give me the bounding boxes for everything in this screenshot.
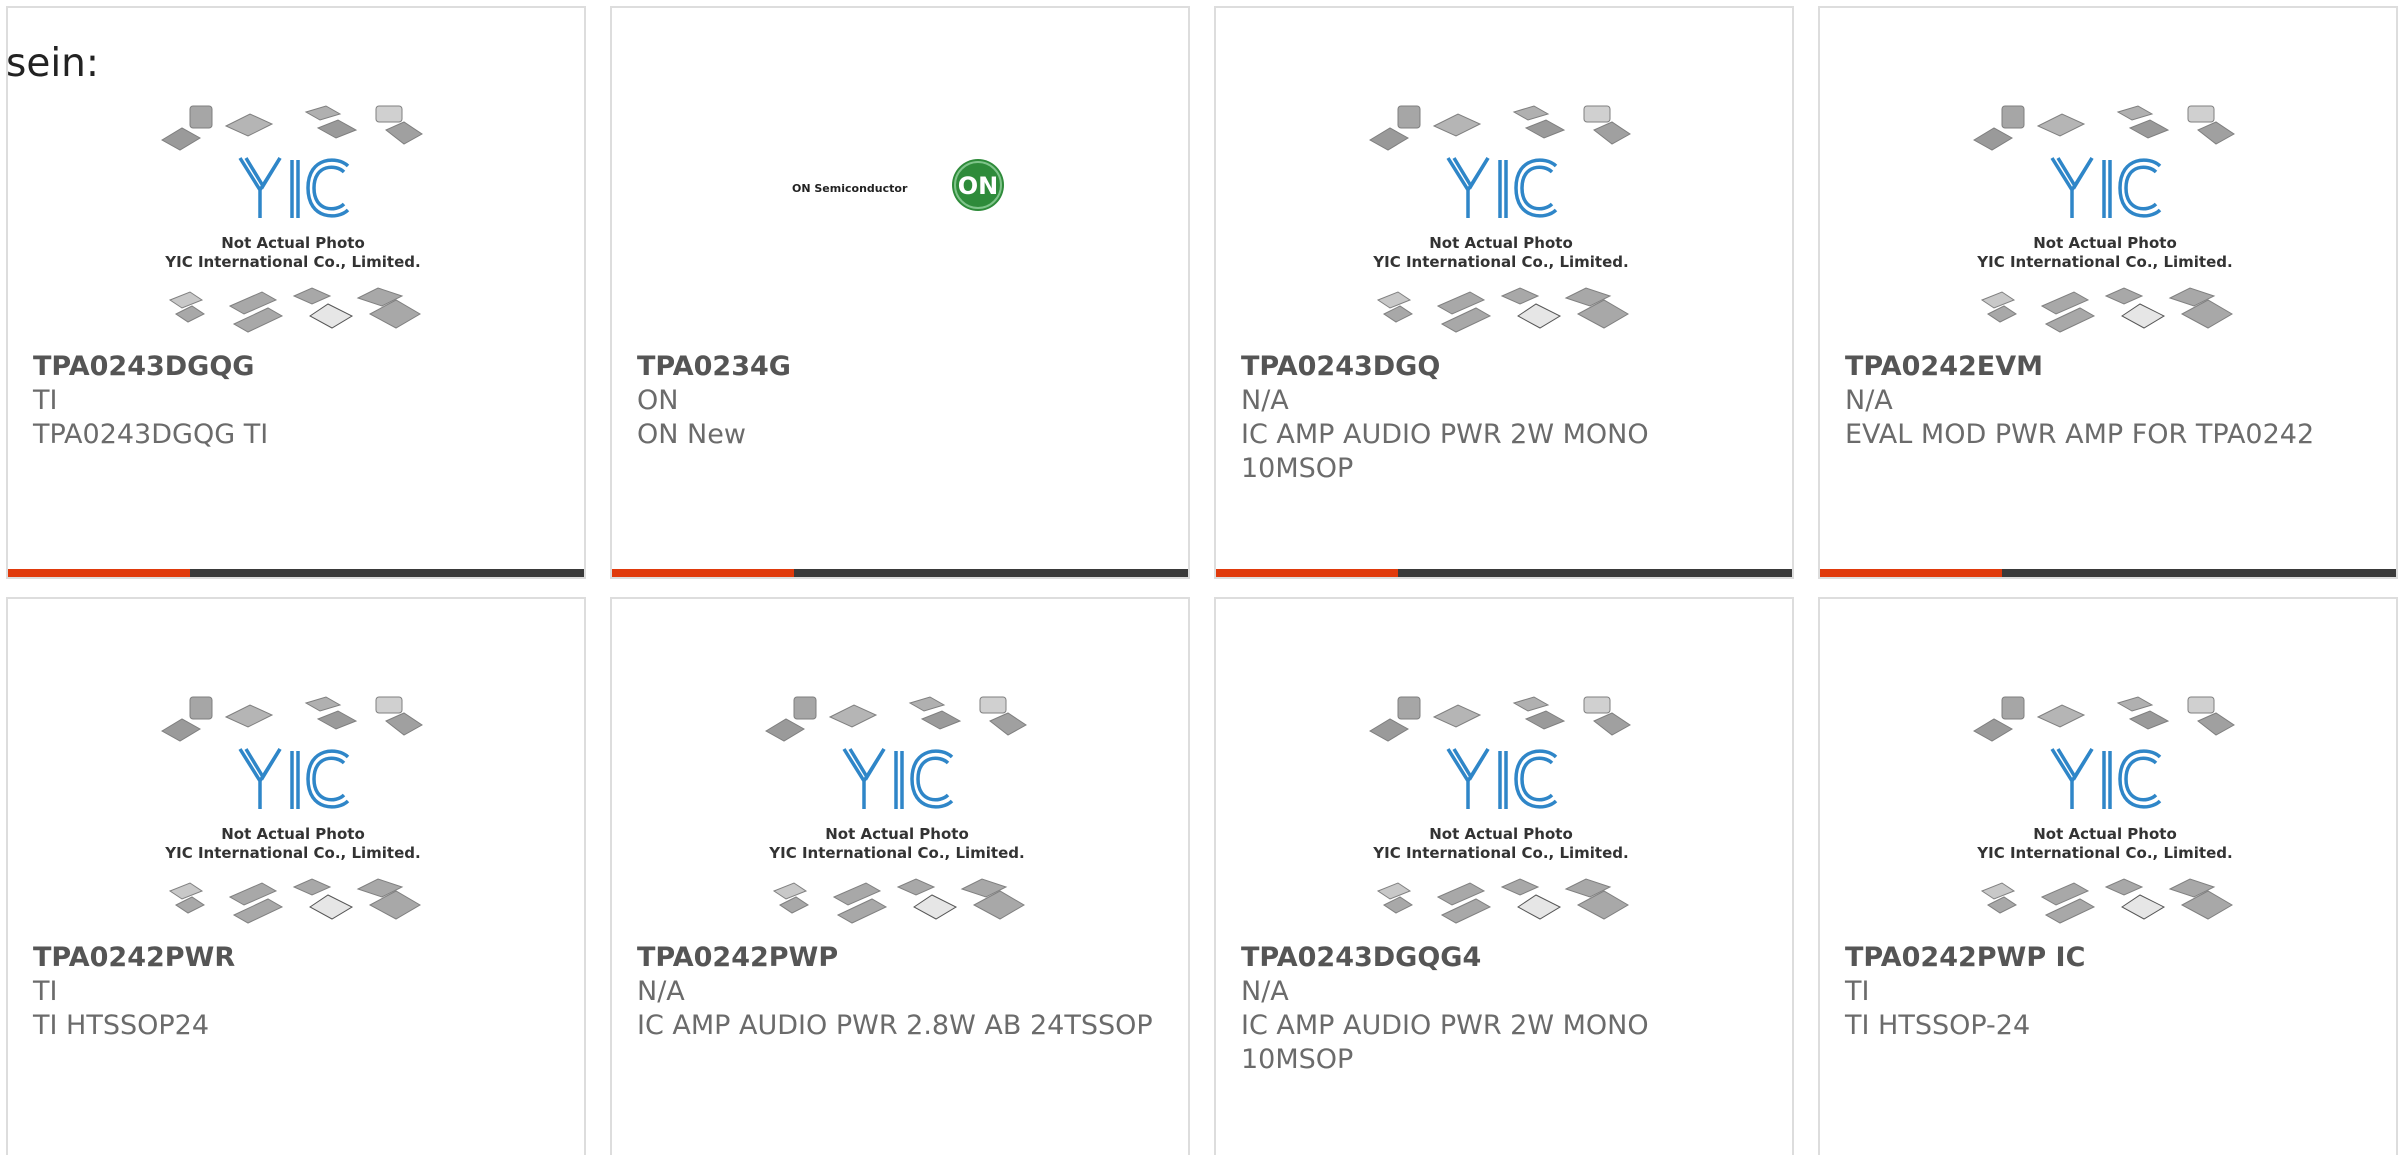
manufacturer: TI (1845, 976, 1870, 1007)
part-number-link[interactable]: TPA0242EVM (1845, 350, 2365, 384)
description: IC AMP AUDIO PWR 2.8W AB 24TSSOP (637, 1010, 1153, 1041)
on-wordmark: ON Semiconductor (792, 182, 908, 195)
product-card[interactable]: ON Semiconductor ON TPA0234G ON ON New (610, 6, 1190, 579)
product-card[interactable]: Not Actual Photo YIC International Co., … (6, 597, 586, 1155)
manufacturer: N/A (637, 976, 685, 1007)
product-info: TPA0243DGQ N/A IC AMP AUDIO PWR 2W MONO … (1241, 350, 1761, 486)
part-number-link[interactable]: TPA0242PWP (637, 941, 1157, 975)
product-info: TPA0242PWP N/A IC AMP AUDIO PWR 2.8W AB … (637, 941, 1157, 1043)
product-info: TPA0242EVM N/A EVAL MOD PWR AMP FOR TPA0… (1845, 350, 2365, 452)
card-bottom-bar (1820, 569, 2396, 577)
product-card[interactable]: Not Actual Photo YIC International Co., … (1818, 597, 2398, 1155)
placeholder-line2: YIC International Co., Limited. (1976, 253, 2232, 271)
manufacturer: N/A (1845, 385, 1893, 416)
placeholder-line1: Not Actual Photo (2033, 825, 2177, 843)
placeholder-line2: YIC International Co., Limited. (1372, 253, 1628, 271)
product-grid-page: sein: Not Actual Photo YIC International… (0, 0, 2400, 1155)
placeholder-line1: Not Actual Photo (825, 825, 969, 843)
product-card[interactable]: Not Actual Photo YIC International Co., … (1214, 597, 1794, 1155)
description: IC AMP AUDIO PWR 2W MONO 10MSOP (1241, 1010, 1649, 1075)
product-card[interactable]: Not Actual Photo YIC International Co., … (1214, 6, 1794, 579)
description: IC AMP AUDIO PWR 2W MONO 10MSOP (1241, 419, 1649, 484)
card-bottom-bar (8, 569, 584, 577)
manufacturer: TI (33, 976, 58, 1007)
product-card[interactable]: Not Actual Photo YIC International Co., … (610, 597, 1190, 1155)
placeholder-line2: YIC International Co., Limited. (768, 844, 1024, 862)
placeholder-line2: YIC International Co., Limited. (1372, 844, 1628, 862)
product-info: TPA0243DGQG TI TPA0243DGQG TI (33, 350, 553, 452)
card-accent-bar (1820, 569, 2002, 577)
card-bottom-bar (1216, 569, 1792, 577)
placeholder-line2: YIC International Co., Limited. (164, 844, 420, 862)
card-accent-bar (8, 569, 190, 577)
part-number-link[interactable]: TPA0242PWR (33, 941, 553, 975)
description: ON New (637, 419, 746, 450)
intro-text: sein: (6, 41, 100, 86)
manufacturer: TI (33, 385, 58, 416)
product-card[interactable]: Not Actual Photo YIC International Co., … (6, 6, 586, 579)
manufacturer: ON (637, 385, 679, 416)
yic-placeholder-icon: Not Actual Photo YIC International Co., … (160, 691, 426, 931)
placeholder-line1: Not Actual Photo (1429, 825, 1573, 843)
placeholder-line1: Not Actual Photo (221, 234, 365, 252)
yic-placeholder-icon: Not Actual Photo YIC International Co., … (1368, 691, 1634, 931)
placeholder-line2: YIC International Co., Limited. (164, 253, 420, 271)
yic-placeholder-icon: Not Actual Photo YIC International Co., … (1368, 100, 1634, 340)
on-semiconductor-logo: ON Semiconductor ON (764, 100, 1030, 340)
manufacturer: N/A (1241, 976, 1289, 1007)
part-number-link[interactable]: TPA0242PWP IC (1845, 941, 2365, 975)
description: TPA0243DGQG TI (33, 419, 269, 450)
card-accent-bar (1216, 569, 1398, 577)
card-accent-bar (612, 569, 794, 577)
part-number-link[interactable]: TPA0243DGQ (1241, 350, 1761, 384)
part-number-link[interactable]: TPA0234G (637, 350, 1157, 384)
placeholder-line1: Not Actual Photo (2033, 234, 2177, 252)
description: EVAL MOD PWR AMP FOR TPA0242 (1845, 419, 2315, 450)
part-number-link[interactable]: TPA0243DGQG4 (1241, 941, 1761, 975)
yic-placeholder-icon: Not Actual Photo YIC International Co., … (764, 691, 1030, 931)
yic-placeholder-icon: Not Actual Photo YIC International Co., … (1972, 100, 2238, 340)
placeholder-line2: YIC International Co., Limited. (1976, 844, 2232, 862)
description: TI HTSSOP24 (33, 1010, 210, 1041)
description: TI HTSSOP-24 (1845, 1010, 2031, 1041)
product-info: TPA0234G ON ON New (637, 350, 1157, 452)
on-badge: ON (958, 172, 999, 200)
card-bottom-bar (612, 569, 1188, 577)
placeholder-line1: Not Actual Photo (221, 825, 365, 843)
part-number-link[interactable]: TPA0243DGQG (33, 350, 553, 384)
yic-placeholder-icon: Not Actual Photo YIC International Co., … (160, 100, 426, 340)
product-card[interactable]: Not Actual Photo YIC International Co., … (1818, 6, 2398, 579)
product-info: TPA0242PWP IC TI TI HTSSOP-24 (1845, 941, 2365, 1043)
product-info: TPA0242PWR TI TI HTSSOP24 (33, 941, 553, 1043)
yic-placeholder-icon: Not Actual Photo YIC International Co., … (1972, 691, 2238, 931)
product-info: TPA0243DGQG4 N/A IC AMP AUDIO PWR 2W MON… (1241, 941, 1761, 1077)
manufacturer: N/A (1241, 385, 1289, 416)
placeholder-line1: Not Actual Photo (1429, 234, 1573, 252)
